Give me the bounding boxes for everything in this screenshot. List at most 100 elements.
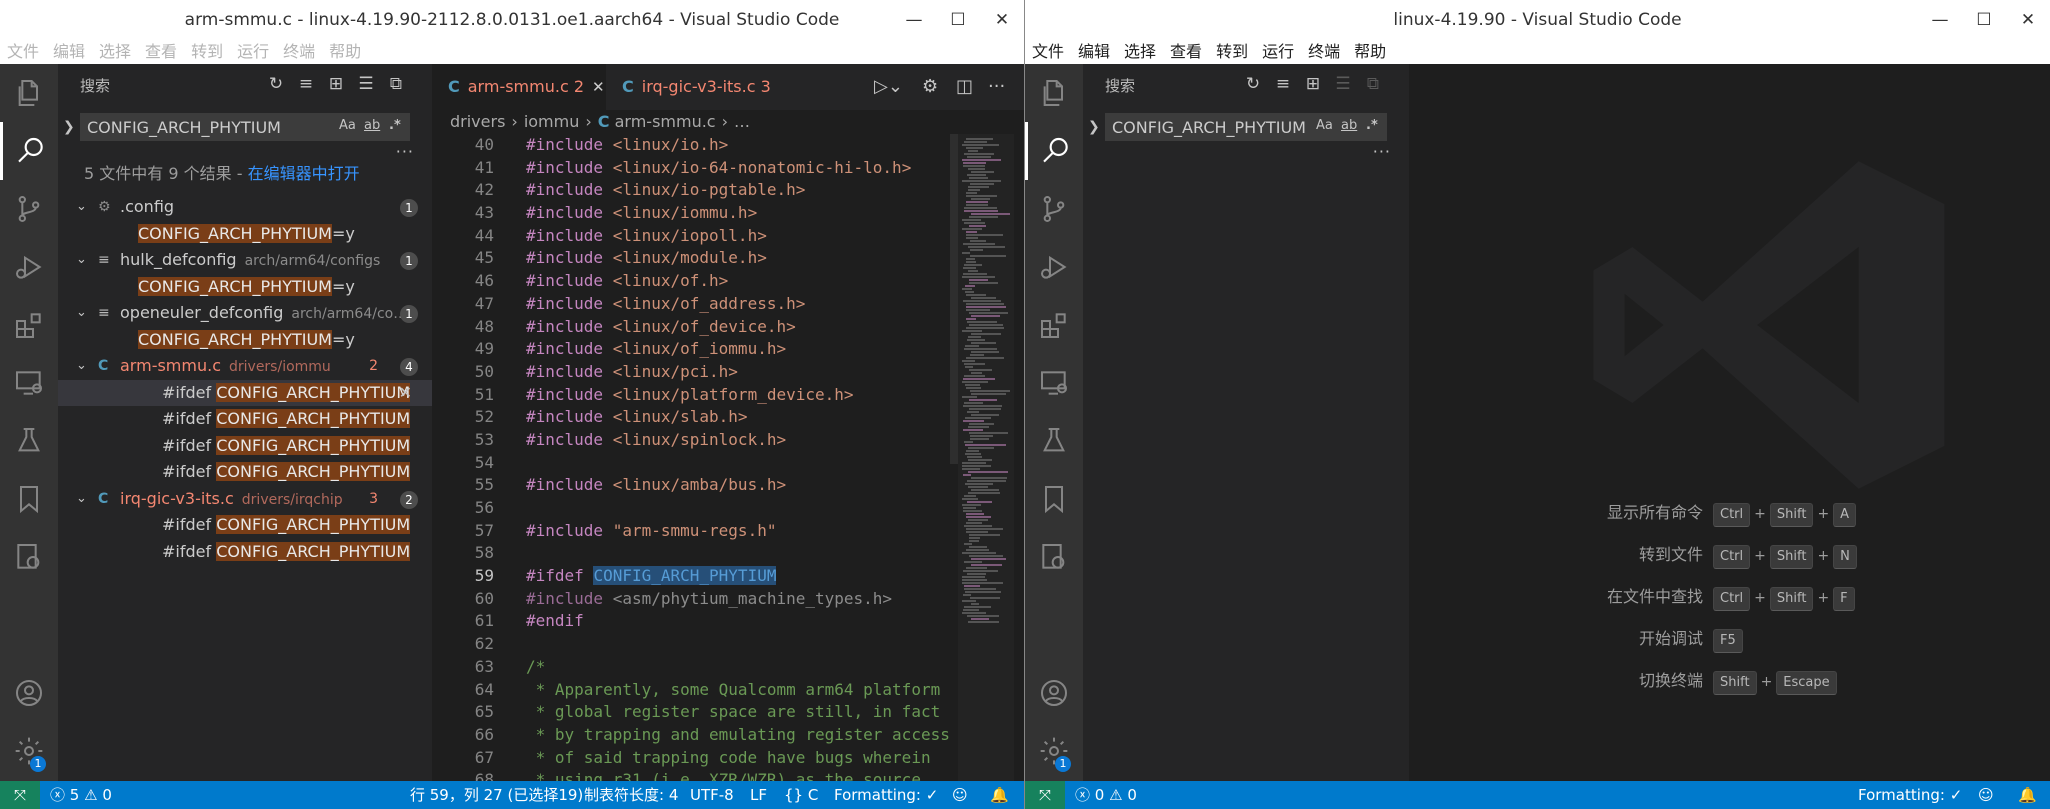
result-match[interactable]: #ifdef CONFIG_ARCH_PHYTIUM (58, 406, 432, 433)
testing-icon[interactable] (0, 412, 58, 470)
account-icon[interactable] (1025, 664, 1083, 722)
close-window-button[interactable]: ✕ (2006, 0, 2050, 40)
shortcut-find-in-files[interactable]: 在文件中查找 Ctrl + Shift + F (1540, 584, 2050, 626)
cursor-position[interactable]: 行 59，列 27 (已选择19) (410, 781, 583, 809)
language-mode[interactable]: {} C (784, 781, 818, 809)
menu-terminal[interactable]: 终端 (1301, 40, 1347, 64)
close-tab-icon[interactable]: ✕ (592, 78, 605, 96)
encoding[interactable]: UTF-8 (690, 781, 734, 809)
new-search-editor-icon[interactable]: ⊞ (1301, 72, 1325, 96)
match-case-icon[interactable]: Aa (339, 118, 356, 133)
remote-explorer-icon[interactable] (1025, 354, 1083, 412)
problems-status[interactable]: ⓧ 5 ⚠ 0 (50, 781, 112, 809)
dismiss-result-icon[interactable]: ✕ (399, 380, 412, 407)
settings-gear-icon[interactable]: ⚙ (922, 76, 938, 97)
formatting-status[interactable]: Formatting: ✓ (834, 781, 938, 809)
code-line[interactable]: 57 #include "arm-smmu-regs.h" (432, 520, 952, 543)
refresh-icon[interactable]: ↻ (1241, 72, 1265, 96)
menu-terminal[interactable]: 终端 (276, 40, 322, 64)
menu-edit[interactable]: 编辑 (46, 40, 92, 64)
remote-indicator-icon[interactable]: ⤧ (1025, 781, 1065, 809)
code-line[interactable]: 42 #include <linux/io-pgtable.h> (432, 179, 952, 202)
bookmark-icon[interactable] (1025, 470, 1083, 528)
code-line[interactable]: 44 #include <linux/iopoll.h> (432, 225, 952, 248)
search-input[interactable]: CONFIG_ARCH_PHYTIUM Aa ab .* (80, 113, 410, 141)
shortcut-go-to-file[interactable]: 转到文件 Ctrl + Shift + N (1540, 542, 2050, 584)
code-line[interactable]: 63 /* (432, 656, 952, 679)
code-line[interactable]: 58 (432, 542, 952, 565)
result-match[interactable]: #ifdef CONFIG_ARCH_PHYTIUM (58, 459, 432, 486)
search-icon[interactable] (0, 122, 58, 180)
menu-help[interactable]: 帮助 (1347, 40, 1393, 64)
run-debug-icon[interactable] (1025, 238, 1083, 296)
extensions-icon[interactable] (0, 296, 58, 354)
code-line[interactable]: 54 (432, 452, 952, 475)
problems-status[interactable]: ⓧ 0 ⚠ 0 (1075, 781, 1137, 809)
minimap[interactable] (958, 134, 1014, 781)
extensions-icon[interactable] (1025, 296, 1083, 354)
shortcut-show-all-commands[interactable]: 显示所有命令 Ctrl + Shift + A (1540, 500, 2050, 542)
chevron-down-icon[interactable]: ⌄ (76, 353, 87, 380)
code-line[interactable]: 47 #include <linux/of_address.h> (432, 293, 952, 316)
result-match[interactable]: #ifdef CONFIG_ARCH_PHYTIUM ✕ (58, 379, 432, 407)
more-options-icon[interactable]: ··· (1373, 142, 1391, 161)
manage-gear-icon[interactable]: 1 (0, 722, 58, 780)
code-line[interactable]: 68 * using r31 (i.e. XZR/WZR) as the sou… (432, 769, 952, 781)
breadcrumb-symbol[interactable]: … (734, 112, 750, 131)
chevron-down-icon[interactable]: ⌄ (76, 194, 87, 221)
menu-view[interactable]: 查看 (1163, 40, 1209, 64)
code-line[interactable]: 61 #endif (432, 610, 952, 633)
code-line[interactable]: 46 #include <linux/of.h> (432, 270, 952, 293)
code-line[interactable]: 55 #include <linux/amba/bus.h> (432, 474, 952, 497)
menu-view[interactable]: 查看 (138, 40, 184, 64)
code-line[interactable]: 49 #include <linux/of_iommu.h> (432, 338, 952, 361)
search-icon[interactable] (1025, 122, 1083, 180)
clear-results-icon[interactable]: ≡ (1271, 72, 1295, 96)
code-line[interactable]: 59 #ifdef CONFIG_ARCH_PHYTIUM (432, 565, 952, 588)
chevron-down-icon[interactable]: ⌄ (76, 247, 87, 274)
result-file-hulk-defconfig[interactable]: ⌄ ≡ hulk_defconfig arch/arm64/configs 1 (58, 247, 432, 274)
bookmark-icon[interactable] (0, 470, 58, 528)
match-case-icon[interactable]: Aa (1316, 118, 1333, 133)
remote-indicator-icon[interactable]: ⤧ (0, 781, 40, 809)
menu-help[interactable]: 帮助 (322, 40, 368, 64)
run-split-icon[interactable]: ▷⌄ (874, 76, 903, 97)
tab-irq-gic-v3-its[interactable]: Cirq-gic-v3-its.c 3 (606, 64, 806, 110)
code-line[interactable]: 40 #include <linux/io.h> (432, 134, 952, 157)
close-window-button[interactable]: ✕ (980, 0, 1024, 40)
view-as-tree-icon[interactable]: ⧉ (384, 72, 408, 96)
explorer-icon[interactable] (0, 64, 58, 122)
result-match[interactable]: #ifdef CONFIG_ARCH_PHYTIUM (58, 539, 432, 566)
source-control-icon[interactable] (0, 180, 58, 238)
menu-run[interactable]: 运行 (1255, 40, 1301, 64)
eol[interactable]: LF (750, 781, 767, 809)
tab-arm-smmu[interactable]: Carm-smmu.c 2 ✕ (432, 64, 606, 110)
result-match[interactable]: CONFIG_ARCH_PHYTIUM=y (58, 274, 432, 301)
code-line[interactable]: 53 #include <linux/spinlock.h> (432, 429, 952, 452)
result-match[interactable]: #ifdef CONFIG_ARCH_PHYTIUM (58, 433, 432, 460)
result-match[interactable]: CONFIG_ARCH_PHYTIUM=y (58, 327, 432, 354)
feedback-icon[interactable]: ☺ (1978, 781, 1994, 809)
menu-selection[interactable]: 选择 (1117, 40, 1163, 64)
more-options-icon[interactable]: ··· (396, 142, 414, 161)
chevron-down-icon[interactable]: ⌄ (76, 300, 87, 327)
code-line[interactable]: 65 * global register space are still, in… (432, 701, 952, 724)
shortcut-start-debugging[interactable]: 开始调试 F5 (1540, 626, 2050, 668)
run-debug-icon[interactable] (0, 238, 58, 296)
match-whole-word-icon[interactable]: ab (364, 118, 380, 133)
match-whole-word-icon[interactable]: ab (1341, 118, 1357, 133)
minimize-button[interactable]: — (1918, 0, 1962, 40)
account-icon[interactable] (0, 664, 58, 722)
menu-go[interactable]: 转到 (1209, 40, 1255, 64)
split-editor-icon[interactable]: ◫ (956, 76, 973, 97)
manage-gear-icon[interactable]: 1 (1025, 722, 1083, 780)
open-in-editor-link[interactable]: 在编辑器中打开 (248, 164, 360, 183)
notifications-bell-icon[interactable]: 🔔 (2018, 781, 2037, 809)
formatting-status[interactable]: Formatting: ✓ (1858, 781, 1962, 809)
explorer-icon[interactable] (1025, 64, 1083, 122)
toggle-replace-chevron-icon[interactable]: ❯ (63, 119, 75, 135)
code-line[interactable]: 41 #include <linux/io-64-nonatomic-hi-lo.… (432, 157, 952, 180)
minimize-button[interactable]: — (892, 0, 936, 40)
code-line[interactable]: 60 #include <asm/phytium_machine_types.h> (432, 588, 952, 611)
code-line[interactable]: 62 (432, 633, 952, 656)
